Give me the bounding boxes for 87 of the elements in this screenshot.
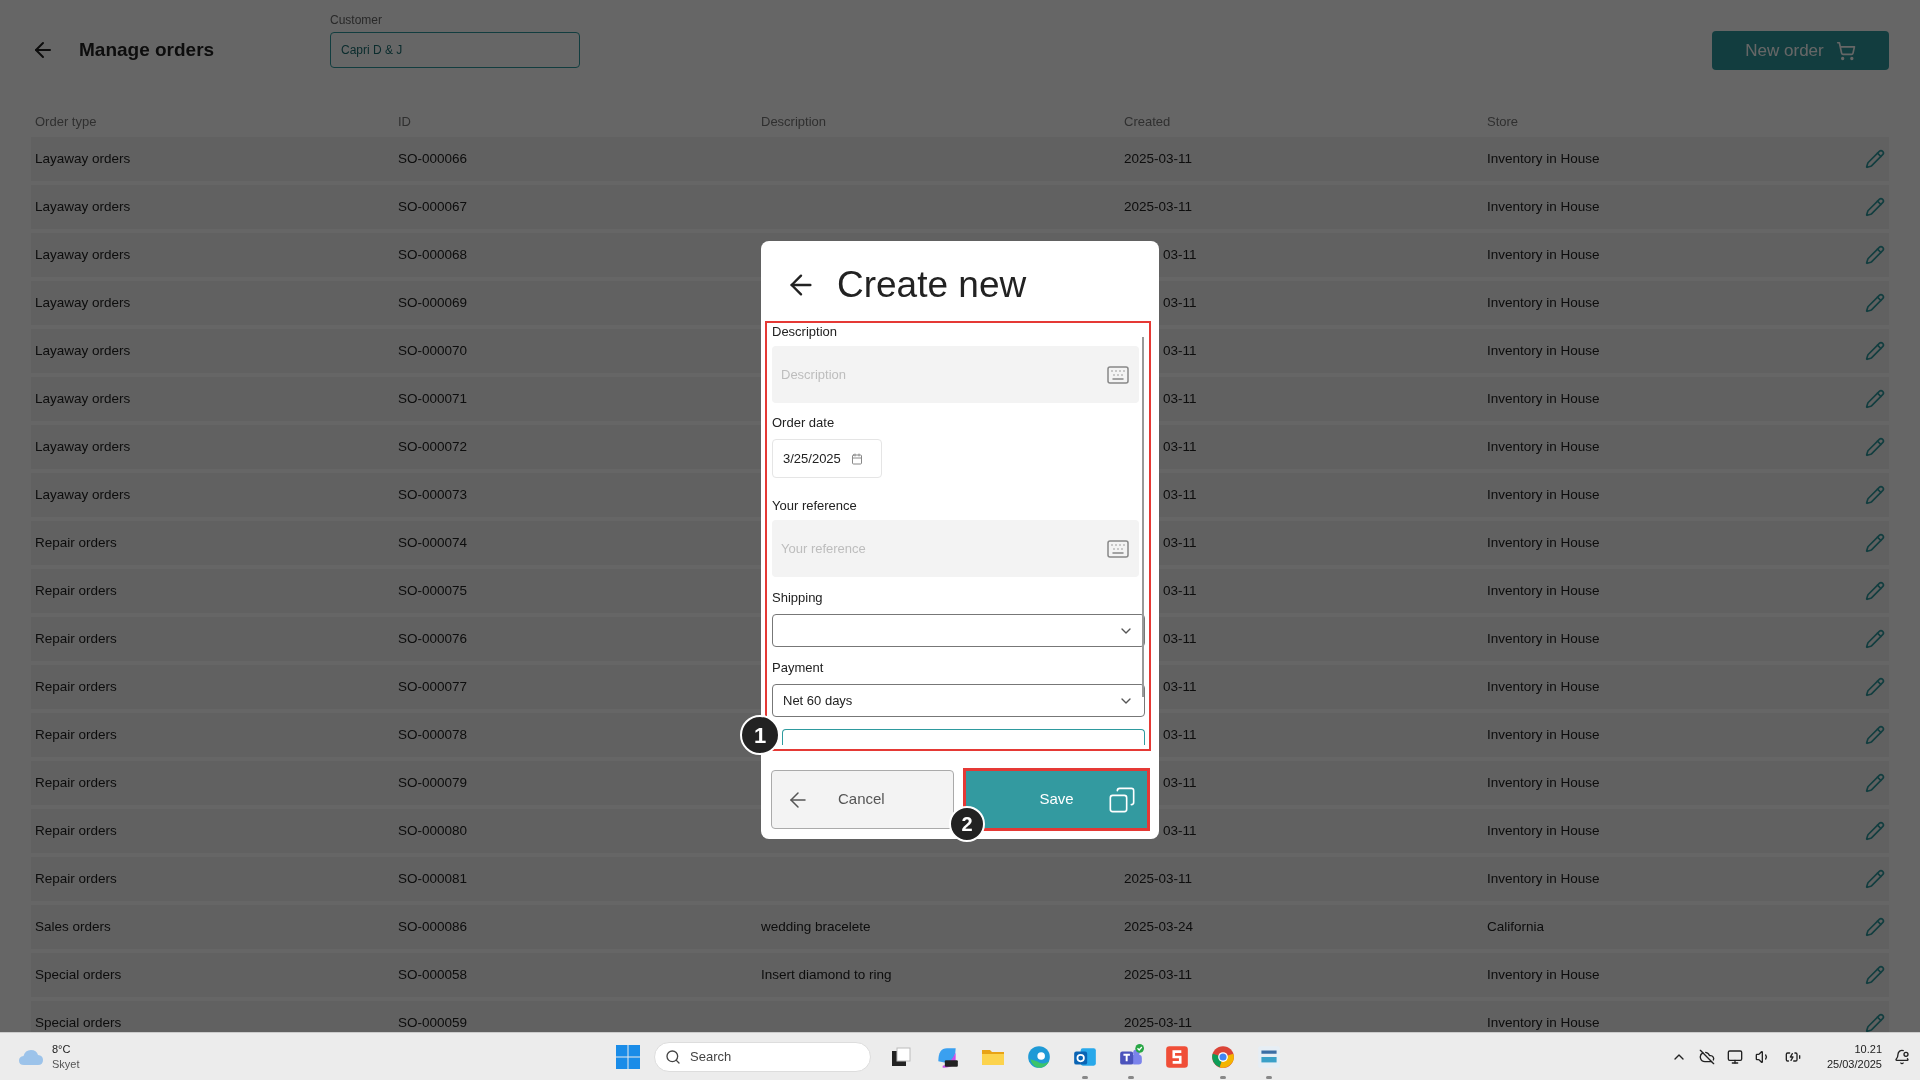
table-cell-text: SO-000071 bbox=[397, 389, 469, 408]
table-cell-text: SO-000074 bbox=[397, 533, 469, 552]
table-cell-text: Repair orders bbox=[34, 821, 118, 840]
table-cell-text: Layaway orders bbox=[34, 149, 132, 168]
table-cell-text: Sales orders bbox=[34, 917, 112, 936]
table-cell-text: Inventory in House bbox=[1486, 437, 1601, 456]
field-label: Payment bbox=[772, 660, 825, 676]
table-cell-text: SO-000072 bbox=[397, 437, 469, 456]
table-cell-text: 03-11 bbox=[1163, 341, 1197, 360]
table-cell-text: Inventory in House bbox=[1486, 965, 1601, 984]
table-cell-text: SO-000086 bbox=[397, 917, 469, 936]
table-cell-text: 2025-03-11 bbox=[1123, 197, 1194, 216]
table-cell-text: 2025-03-11 bbox=[1123, 869, 1194, 888]
weather-text: Skyet bbox=[52, 1056, 80, 1072]
field-label: Shipping bbox=[772, 590, 824, 606]
customer-label: Customer bbox=[330, 12, 383, 28]
table-cell-text: Layaway orders bbox=[34, 437, 132, 456]
table-cell-text: Repair orders bbox=[34, 533, 118, 552]
table-cell-text: SO-000078 bbox=[397, 725, 469, 744]
table-cell-text: Repair orders bbox=[34, 629, 118, 648]
table-cell-text: Special orders bbox=[34, 1013, 123, 1032]
table-cell-text: Inventory in House bbox=[1486, 581, 1601, 600]
table-cell-text: Layaway orders bbox=[34, 245, 132, 264]
table-cell-text: Insert diamond to ring bbox=[760, 965, 893, 984]
table-cell-text: Layaway orders bbox=[34, 389, 132, 408]
table-cell-text: Repair orders bbox=[34, 677, 118, 696]
table-cell-text: 2025-03-11 bbox=[1123, 149, 1194, 168]
table-cell-text: Inventory in House bbox=[1486, 149, 1601, 168]
table-cell-text: California bbox=[1486, 917, 1546, 936]
table-cell-text: 03-11 bbox=[1163, 725, 1197, 744]
table-cell-text: SO-000079 bbox=[397, 773, 469, 792]
table-cell-text: SO-000075 bbox=[397, 581, 469, 600]
table-cell-text: Inventory in House bbox=[1486, 629, 1601, 648]
table-cell-text: Repair orders bbox=[34, 869, 118, 888]
table-cell-text: 03-11 bbox=[1163, 773, 1197, 792]
table-cell-text: SO-000066 bbox=[397, 149, 469, 168]
table-cell-text: 03-11 bbox=[1163, 533, 1197, 552]
table-cell-text: 03-11 bbox=[1163, 245, 1197, 264]
table-cell-text: Inventory in House bbox=[1486, 389, 1601, 408]
table-cell-text: Inventory in House bbox=[1486, 869, 1601, 888]
table-cell-text: SO-000080 bbox=[397, 821, 469, 840]
table-cell-text: SO-000081 bbox=[397, 869, 469, 888]
table-cell-text: Repair orders bbox=[34, 725, 118, 744]
table-cell-text: SO-000077 bbox=[397, 677, 469, 696]
table-cell-text: SO-000076 bbox=[397, 629, 469, 648]
temperature-text: 8°C bbox=[52, 1041, 72, 1057]
table-cell-text: 2025-03-11 bbox=[1123, 1013, 1194, 1032]
table-cell-text: Layaway orders bbox=[34, 197, 132, 216]
table-cell-text: SO-000070 bbox=[397, 341, 469, 360]
table-cell-text: wedding bracelete bbox=[760, 917, 872, 936]
table-cell-text: Repair orders bbox=[34, 581, 118, 600]
table-cell-text: Inventory in House bbox=[1486, 725, 1601, 744]
table-cell-text: 2025-03-24 bbox=[1123, 917, 1195, 936]
table-cell-text: Inventory in House bbox=[1486, 1013, 1601, 1032]
table-cell-text: SO-000069 bbox=[397, 293, 469, 312]
table-cell-text: 03-11 bbox=[1163, 629, 1197, 648]
table-cell-text: 03-11 bbox=[1163, 293, 1197, 312]
table-cell-text: Layaway orders bbox=[34, 485, 132, 504]
table-cell-text: 03-11 bbox=[1163, 581, 1197, 600]
table-cell-text: Layaway orders bbox=[34, 341, 132, 360]
table-cell-text: Inventory in House bbox=[1486, 773, 1601, 792]
table-cell-text: 2025-03-11 bbox=[1123, 965, 1194, 984]
table-cell-text: 03-11 bbox=[1163, 677, 1197, 696]
table-cell-text: 03-11 bbox=[1163, 389, 1197, 408]
page-title: Manage orders bbox=[79, 38, 215, 62]
table-cell-text: SO-000058 bbox=[397, 965, 469, 984]
table-cell-text: Inventory in House bbox=[1486, 677, 1601, 696]
table-cell-text: Inventory in House bbox=[1486, 533, 1601, 552]
table-cell-text: 03-11 bbox=[1163, 821, 1197, 840]
table-cell-text: Layaway orders bbox=[34, 293, 132, 312]
table-cell-text: SO-000073 bbox=[397, 485, 469, 504]
table-cell-text: SO-000068 bbox=[397, 245, 469, 264]
field-label: Your reference bbox=[772, 498, 858, 514]
table-cell-text: Inventory in House bbox=[1486, 485, 1601, 504]
table-cell-text: Special orders bbox=[34, 965, 123, 984]
table-cell-text: Inventory in House bbox=[1486, 197, 1601, 216]
table-cell-text: Inventory in House bbox=[1486, 821, 1601, 840]
table-cell-text: SO-000067 bbox=[397, 197, 469, 216]
table-cell-text: SO-000059 bbox=[397, 1013, 469, 1032]
table-cell-text: 03-11 bbox=[1163, 485, 1197, 504]
step-badge: 1 bbox=[740, 715, 780, 755]
table-cell-text: 03-11 bbox=[1163, 437, 1197, 456]
table-cell-text: Inventory in House bbox=[1486, 293, 1601, 312]
field-label: Description bbox=[772, 324, 839, 340]
table-cell-text: Inventory in House bbox=[1486, 245, 1601, 264]
table-cell-text: Inventory in House bbox=[1486, 341, 1601, 360]
table-cell-text: Repair orders bbox=[34, 773, 118, 792]
